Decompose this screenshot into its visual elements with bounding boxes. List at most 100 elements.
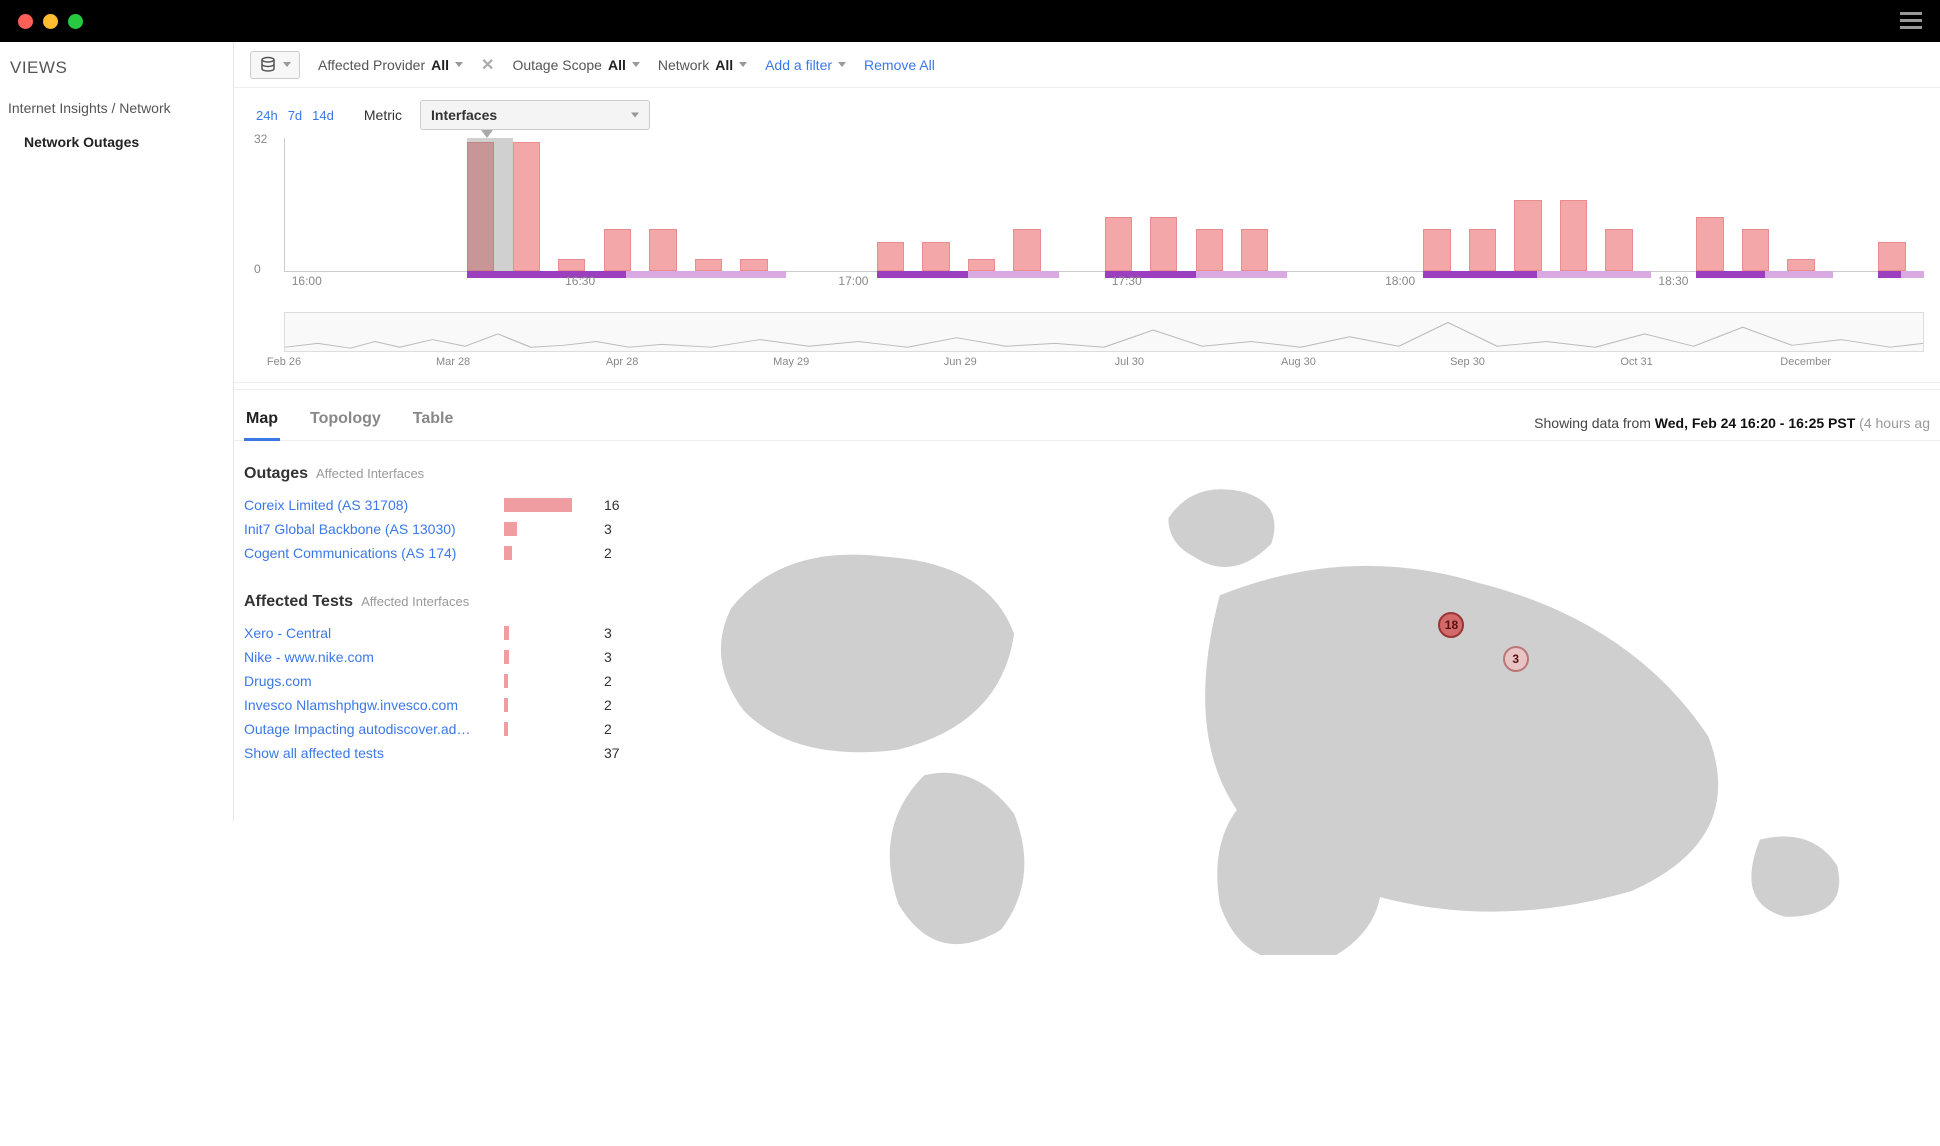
tab-topology[interactable]: Topology — [308, 404, 383, 441]
row-bar-cell — [504, 626, 594, 640]
titlebar — [0, 0, 1940, 42]
tests-total: 37 — [604, 745, 644, 761]
datasource-button[interactable] — [250, 51, 300, 79]
add-filter-button[interactable]: Add a filter — [765, 57, 846, 73]
chart-bar[interactable] — [877, 242, 904, 271]
chart-bar[interactable] — [1105, 217, 1132, 271]
list-row: Coreix Limited (AS 31708) 16 — [244, 493, 644, 517]
window-controls — [18, 14, 83, 29]
close-window-button[interactable] — [18, 14, 33, 29]
status-range: Wed, Feb 24 16:20 - 16:25 PST — [1655, 415, 1856, 431]
add-filter-label: Add a filter — [765, 57, 832, 73]
row-bar — [504, 546, 512, 560]
overview-axis: Feb 26Mar 28Apr 28May 29Jun 29Jul 30Aug … — [284, 356, 1924, 372]
row-value: 16 — [604, 497, 644, 513]
range-14d[interactable]: 14d — [312, 108, 334, 123]
chart-bar[interactable] — [740, 259, 767, 271]
overview-axis-tick: Mar 28 — [436, 356, 470, 368]
filter-affected-provider[interactable]: Affected Provider All — [318, 57, 463, 73]
minimize-window-button[interactable] — [43, 14, 58, 29]
row-name-link[interactable]: Outage Impacting autodiscover.ad… — [244, 721, 494, 737]
show-all-tests-link[interactable]: Show all affected tests — [244, 745, 494, 761]
chart-bar[interactable] — [604, 229, 631, 271]
row-bar — [504, 650, 509, 664]
chart-bar[interactable] — [1423, 229, 1450, 271]
filter-value: All — [431, 57, 449, 73]
x-axis-tick: 16:00 — [292, 274, 322, 288]
chart-selection[interactable] — [467, 138, 513, 271]
metric-select[interactable]: Interfaces — [420, 100, 650, 130]
chart-bar[interactable] — [1878, 242, 1905, 271]
map-background — [654, 441, 1940, 955]
sidebar-item-network-outages[interactable]: Network Outages — [0, 124, 233, 160]
row-value: 2 — [604, 545, 644, 561]
outage-bar-chart[interactable]: 32 0 16:0016:3017:0017:3018:0018:30 — [278, 136, 1924, 306]
chevron-down-icon — [838, 62, 846, 67]
row-bar — [504, 626, 509, 640]
world-map[interactable]: 183 — [654, 441, 1940, 821]
chart-bar[interactable] — [1469, 229, 1496, 271]
chart-bar[interactable] — [1560, 200, 1587, 271]
list-row: Xero - Central3 — [244, 621, 644, 645]
row-name-link[interactable]: Init7 Global Backbone (AS 13030) — [244, 521, 494, 537]
maximize-window-button[interactable] — [68, 14, 83, 29]
row-name-link[interactable]: Xero - Central — [244, 625, 494, 641]
row-name-link[interactable]: Coreix Limited (AS 31708) — [244, 497, 494, 513]
chart-bar[interactable] — [1742, 229, 1769, 271]
chart-bar[interactable] — [649, 229, 676, 271]
x-axis-tick: 18:00 — [1385, 274, 1415, 288]
tabs-row: Map Topology Table Showing data from Wed… — [234, 389, 1940, 441]
time-range-links: 24h 7d 14d — [256, 108, 334, 123]
chart-bar[interactable] — [513, 142, 540, 271]
filter-network[interactable]: Network All — [658, 57, 747, 73]
y-axis-tick: 32 — [254, 132, 267, 146]
chart-controls: 24h 7d 14d Metric Interfaces — [250, 96, 1924, 136]
chart-bar[interactable] — [1150, 217, 1177, 271]
map-pin[interactable]: 3 — [1503, 646, 1529, 672]
chart-bar[interactable] — [922, 242, 949, 271]
row-bar — [504, 698, 508, 712]
x-axis-tick: 17:30 — [1112, 274, 1142, 288]
chart-bar[interactable] — [1196, 229, 1223, 271]
remove-all-filters-button[interactable]: Remove All — [864, 57, 935, 73]
filter-outage-scope[interactable]: Outage Scope All — [512, 57, 639, 73]
chevron-down-icon — [631, 113, 639, 118]
chart-bar[interactable] — [1241, 229, 1268, 271]
x-axis-tick: 16:30 — [565, 274, 595, 288]
chevron-down-icon — [739, 62, 747, 67]
filter-label: Network — [658, 57, 709, 73]
chart-bar[interactable] — [1605, 229, 1632, 271]
overview-axis-tick: Aug 30 — [1281, 356, 1316, 368]
tab-table[interactable]: Table — [411, 404, 456, 441]
row-value: 2 — [604, 673, 644, 689]
row-bar-cell — [504, 674, 594, 688]
heading-text: Outages — [244, 465, 308, 483]
overview-axis-tick: December — [1780, 356, 1831, 368]
overview-sparkline[interactable] — [284, 312, 1924, 352]
row-bar — [504, 674, 508, 688]
row-bar-cell — [504, 546, 594, 560]
list-row: Cogent Communications (AS 174) 2 — [244, 541, 644, 565]
overview-axis-tick: Sep 30 — [1450, 356, 1485, 368]
chart-panel: 24h 7d 14d Metric Interfaces 32 0 — [234, 88, 1940, 383]
chart-bar[interactable] — [558, 259, 585, 271]
chart-bar[interactable] — [1787, 259, 1814, 271]
row-bar-cell — [504, 698, 594, 712]
menu-icon[interactable] — [1900, 12, 1922, 29]
chart-bar[interactable] — [1696, 217, 1723, 271]
chart-bar[interactable] — [695, 259, 722, 271]
tab-map[interactable]: Map — [244, 404, 280, 441]
range-7d[interactable]: 7d — [288, 108, 302, 123]
row-name-link[interactable]: Drugs.com — [244, 673, 494, 689]
range-24h[interactable]: 24h — [256, 108, 278, 123]
row-bar-cell — [504, 522, 594, 536]
row-bar-cell — [504, 722, 594, 736]
chart-bar[interactable] — [968, 259, 995, 271]
remove-filter-icon[interactable]: ✕ — [481, 55, 494, 75]
row-name-link[interactable]: Nike - www.nike.com — [244, 649, 494, 665]
chart-bar[interactable] — [1013, 229, 1040, 271]
row-name-link[interactable]: Invesco Nlamshphgw.invesco.com — [244, 697, 494, 713]
row-name-link[interactable]: Cogent Communications (AS 174) — [244, 545, 494, 561]
breadcrumb[interactable]: Internet Insights / Network — [0, 92, 233, 124]
chart-bar[interactable] — [1514, 200, 1541, 271]
